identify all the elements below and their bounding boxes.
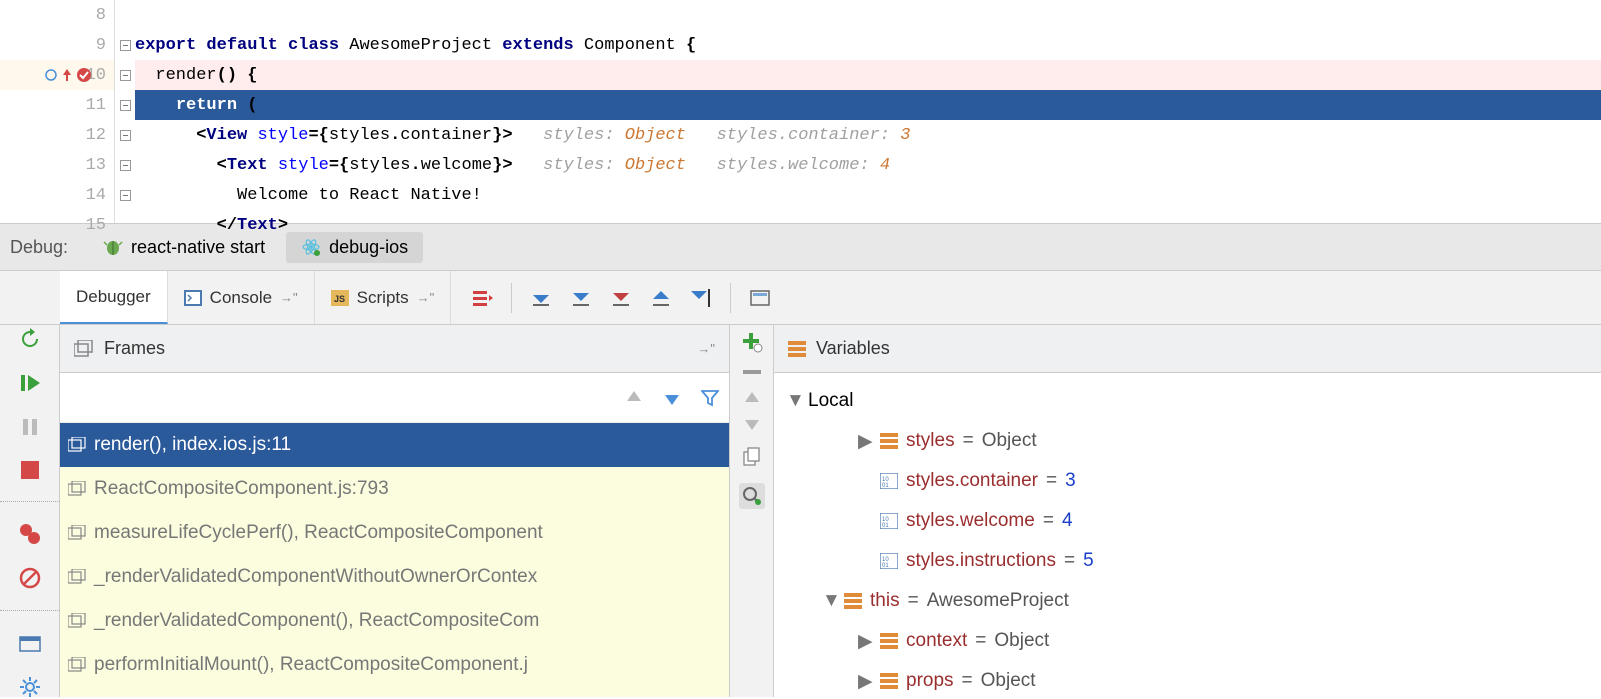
frames-controls xyxy=(60,373,729,423)
tab-console[interactable]: Console →" xyxy=(168,271,315,324)
debug-side-rail xyxy=(0,325,60,697)
svg-text:01: 01 xyxy=(882,523,889,529)
gutter: 89101112131415 xyxy=(0,0,115,223)
svg-text:01: 01 xyxy=(882,563,889,569)
code-area[interactable]: export default class AwesomeProject exte… xyxy=(135,0,1601,223)
step-into-icon[interactable] xyxy=(570,287,592,309)
variable-row[interactable]: ▶context = Object xyxy=(786,621,1589,661)
variable-scope[interactable]: ▼ Local xyxy=(786,381,1589,421)
variable-row[interactable]: 1001styles.instructions = 5 xyxy=(786,541,1589,581)
frames-header: Frames →" xyxy=(60,325,729,373)
variable-row[interactable]: ▶styles = Object xyxy=(786,421,1589,461)
frames-icon xyxy=(74,340,94,358)
variables-tree[interactable]: ▼ Local ▶styles = Object1001styles.conta… xyxy=(774,373,1601,697)
fold-handle[interactable] xyxy=(115,180,135,210)
fold-handle[interactable] xyxy=(115,120,135,150)
line-number[interactable]: 14 xyxy=(0,180,114,210)
force-step-into-icon[interactable] xyxy=(610,287,632,309)
fold-handle[interactable] xyxy=(115,60,135,90)
variables-panel: Variables ▼ Local ▶styles = Object1001st… xyxy=(774,325,1601,697)
line-number[interactable]: 10 xyxy=(0,60,114,90)
next-frame-icon[interactable] xyxy=(663,389,681,407)
tab-scripts[interactable]: JSScripts →" xyxy=(315,271,452,324)
code-line[interactable]: render() { xyxy=(135,60,1601,90)
filter-frames-icon[interactable] xyxy=(701,389,719,407)
mute-breakpoints-icon[interactable] xyxy=(16,566,44,590)
line-number[interactable]: 13 xyxy=(0,150,114,180)
pause-icon[interactable] xyxy=(16,415,44,439)
variables-title: Variables xyxy=(816,338,890,359)
line-number[interactable]: 8 xyxy=(0,0,114,30)
line-number[interactable]: 9 xyxy=(0,30,114,60)
frame-list[interactable]: render(), index.ios.js:11ReactCompositeC… xyxy=(60,423,729,697)
line-number[interactable]: 15 xyxy=(0,210,114,240)
code-line[interactable]: <View style={styles.container}> styles: … xyxy=(135,120,1601,150)
code-line[interactable]: return ( xyxy=(135,90,1601,120)
copy-icon[interactable] xyxy=(742,447,762,467)
line-number[interactable]: 11 xyxy=(0,90,114,120)
step-over-icon[interactable] xyxy=(530,287,552,309)
breakpoints-icon[interactable] xyxy=(16,522,44,546)
pin-icon[interactable]: →" xyxy=(697,341,715,356)
up-icon[interactable] xyxy=(744,391,760,403)
variables-header: Variables xyxy=(774,325,1601,373)
prev-frame-icon[interactable] xyxy=(625,389,643,407)
frame-row[interactable]: ReactCompositeComponent.js:793 xyxy=(60,467,729,511)
svg-text:JS: JS xyxy=(334,294,345,304)
frames-panel: Frames →" render(), index.ios.js:11React… xyxy=(60,325,730,697)
code-line[interactable]: <Text style={styles.welcome}> styles: Ob… xyxy=(135,150,1601,180)
step-out-icon[interactable] xyxy=(650,287,672,309)
fold-handle[interactable] xyxy=(115,90,135,120)
fold-handle[interactable] xyxy=(115,210,135,240)
code-line[interactable]: export default class AwesomeProject exte… xyxy=(135,30,1601,60)
frame-row[interactable]: performInitialMount(), ReactCompositeCom… xyxy=(60,643,729,687)
line-number[interactable]: 12 xyxy=(0,120,114,150)
svg-text:01: 01 xyxy=(882,483,889,489)
fold-column xyxy=(115,0,135,223)
code-line[interactable] xyxy=(135,0,1601,30)
resume-icon[interactable] xyxy=(16,371,44,395)
step-controls xyxy=(451,283,771,313)
variable-row[interactable]: 1001styles.container = 3 xyxy=(786,461,1589,501)
show-execution-point-icon[interactable] xyxy=(471,287,493,309)
variable-row[interactable]: ▶props = Object xyxy=(786,661,1589,697)
settings-icon[interactable] xyxy=(16,675,44,699)
variable-row[interactable]: ▼this = AwesomeProject xyxy=(786,581,1589,621)
vars-action-strip xyxy=(730,325,774,697)
debugger-toolbar: DebuggerConsole →"JSScripts →" xyxy=(0,270,1601,325)
fold-handle[interactable] xyxy=(115,150,135,180)
frame-row[interactable]: measureLifeCyclePerf(), ReactCompositeCo… xyxy=(60,511,729,555)
fold-handle[interactable] xyxy=(115,0,135,30)
variables-icon xyxy=(788,341,806,357)
run-to-cursor-icon[interactable] xyxy=(690,287,712,309)
stop-icon[interactable] xyxy=(16,459,44,481)
frame-row[interactable]: _renderValidatedComponentWithoutOwnerOrC… xyxy=(60,555,729,599)
code-line[interactable]: </Text> xyxy=(135,210,1601,240)
fold-handle[interactable] xyxy=(115,30,135,60)
layout-icon[interactable] xyxy=(16,631,44,655)
rerun-icon[interactable] xyxy=(16,327,44,351)
debug-panels: Frames →" render(), index.ios.js:11React… xyxy=(0,325,1601,697)
tab-debugger[interactable]: Debugger xyxy=(60,271,168,324)
down-icon[interactable] xyxy=(744,419,760,431)
evaluate-expression-icon[interactable] xyxy=(749,287,771,309)
code-editor[interactable]: 89101112131415 export default class Awes… xyxy=(0,0,1601,223)
add-watch-icon[interactable] xyxy=(741,331,763,353)
remove-watch-icon[interactable] xyxy=(741,369,763,375)
code-line[interactable]: Welcome to React Native! xyxy=(135,180,1601,210)
frame-row[interactable]: render(), index.ios.js:11 xyxy=(60,423,729,467)
frame-row[interactable]: _renderValidatedComponent(), ReactCompos… xyxy=(60,599,729,643)
variable-row[interactable]: 1001styles.welcome = 4 xyxy=(786,501,1589,541)
watches-icon[interactable] xyxy=(739,483,765,509)
frames-title: Frames xyxy=(104,338,165,359)
